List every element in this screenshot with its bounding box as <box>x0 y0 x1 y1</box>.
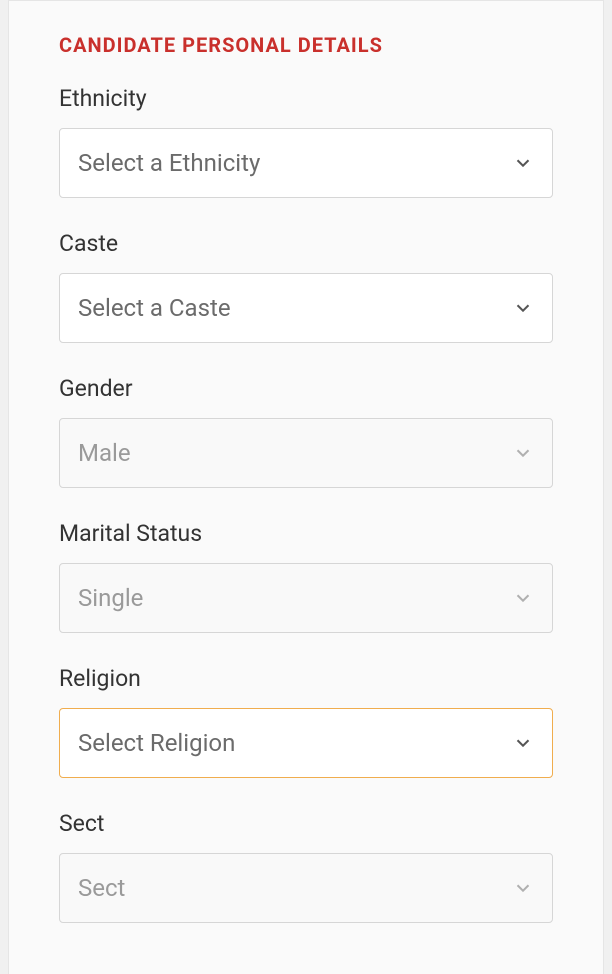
select-value-ethnicity: Select a Ethnicity <box>78 149 512 177</box>
select-religion[interactable]: Select Religion <box>59 708 553 778</box>
select-ethnicity[interactable]: Select a Ethnicity <box>59 128 553 198</box>
select-marital-status[interactable]: Single <box>59 563 553 633</box>
label-marital-status: Marital Status <box>59 520 553 547</box>
field-gender: Gender Male <box>59 375 553 488</box>
chevron-down-icon <box>512 297 534 319</box>
label-sect: Sect <box>59 810 553 837</box>
select-caste[interactable]: Select a Caste <box>59 273 553 343</box>
chevron-down-icon <box>512 877 534 899</box>
field-ethnicity: Ethnicity Select a Ethnicity <box>59 85 553 198</box>
field-religion: Religion Select Religion <box>59 665 553 778</box>
select-gender[interactable]: Male <box>59 418 553 488</box>
field-sect: Sect Sect <box>59 810 553 923</box>
section-title: CANDIDATE PERSONAL DETAILS <box>59 33 553 57</box>
label-gender: Gender <box>59 375 553 402</box>
select-value-religion: Select Religion <box>78 729 512 757</box>
field-caste: Caste Select a Caste <box>59 230 553 343</box>
chevron-down-icon <box>512 152 534 174</box>
chevron-down-icon <box>512 442 534 464</box>
select-value-sect: Sect <box>78 874 512 902</box>
field-marital-status: Marital Status Single <box>59 520 553 633</box>
form-container: CANDIDATE PERSONAL DETAILS Ethnicity Sel… <box>8 0 604 974</box>
select-value-gender: Male <box>78 439 512 467</box>
label-religion: Religion <box>59 665 553 692</box>
label-caste: Caste <box>59 230 553 257</box>
label-ethnicity: Ethnicity <box>59 85 553 112</box>
chevron-down-icon <box>512 732 534 754</box>
select-value-marital-status: Single <box>78 584 512 612</box>
chevron-down-icon <box>512 587 534 609</box>
select-sect[interactable]: Sect <box>59 853 553 923</box>
select-value-caste: Select a Caste <box>78 294 512 322</box>
